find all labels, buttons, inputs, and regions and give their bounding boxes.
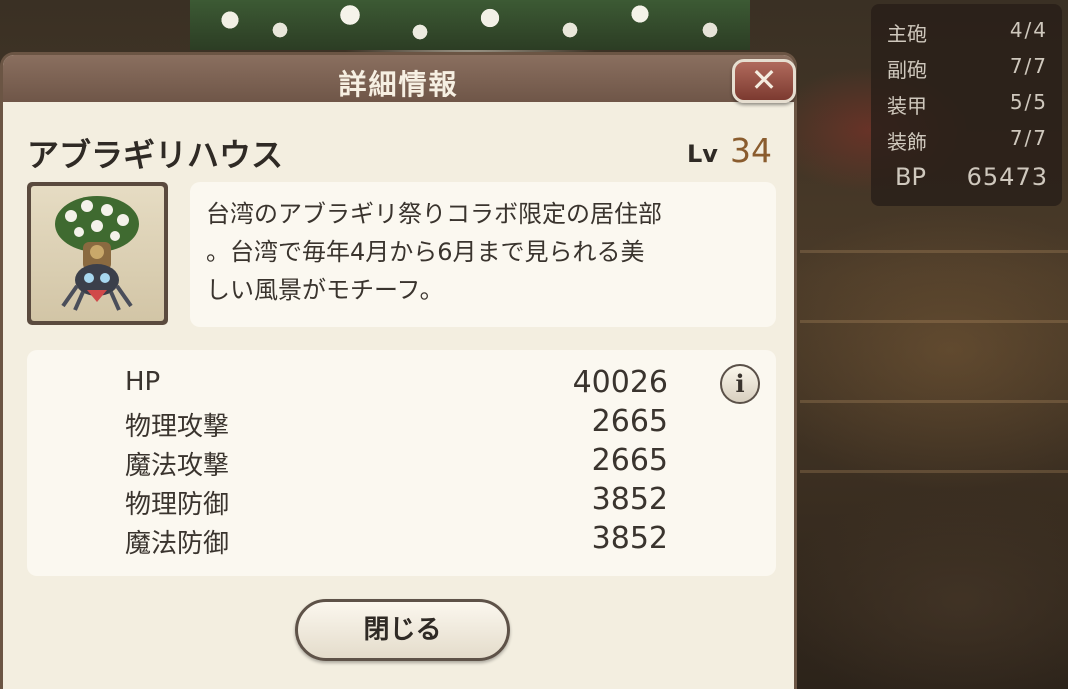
level-value: 34 (730, 131, 772, 170)
stat-label: 装甲 (887, 94, 927, 118)
close-x-button[interactable]: ✕ (732, 59, 796, 103)
stat-value: 40026 (572, 365, 668, 400)
tree-house-icon (55, 196, 139, 311)
stat-row-armor: 装甲 5/5 (887, 84, 1048, 120)
stat-value: 4/4 (1009, 18, 1048, 42)
stat-label: HP (125, 367, 161, 397)
stat-value: 7/7 (1009, 54, 1048, 78)
stats-box: HP 40026 物理攻撃 2665 魔法攻撃 2665 物理防御 3852 魔… (27, 350, 776, 576)
stat-value: 3852 (591, 521, 668, 556)
background-stair (800, 470, 1068, 473)
stat-row-physical-attack: 物理攻撃 2665 (27, 404, 776, 442)
dialog-title: 詳細情報 (338, 68, 459, 101)
stat-label: 副砲 (887, 58, 927, 82)
stat-label: 魔法防御 (125, 529, 230, 559)
background-flowers (190, 0, 750, 50)
item-name: アブラギリハウス (27, 136, 284, 174)
item-thumbnail (31, 186, 164, 321)
stat-value: 2665 (591, 404, 668, 439)
stat-row-magic-defense: 魔法防御 3852 (27, 521, 776, 559)
stat-row-main-cannon: 主砲 4/4 (887, 12, 1048, 48)
stat-label: 物理防御 (125, 490, 230, 520)
item-icon-frame (27, 182, 168, 325)
level-label: Lv (687, 140, 718, 168)
dialog-header: 詳細情報 (3, 55, 794, 102)
stat-value: 7/7 (1009, 126, 1048, 150)
stat-label: 物理攻撃 (125, 412, 230, 442)
stat-value: 2665 (591, 443, 668, 478)
stat-row-physical-defense: 物理防御 3852 (27, 482, 776, 520)
stat-row-bp: BP 65473 (887, 159, 1048, 195)
stat-row-magic-attack: 魔法攻撃 2665 (27, 443, 776, 481)
info-icon[interactable]: i (720, 364, 760, 404)
description-box: 台湾のアブラギリ祭りコラボ限定の居住部 。台湾で毎年4月から6月まで見られる美 … (190, 182, 776, 327)
stat-row-sub-cannon: 副砲 7/7 (887, 48, 1048, 84)
detail-dialog: 詳細情報 ✕ アブラギリハウス Lv 34 台湾のアブラギリ祭りコラボ限定の居住… (0, 52, 797, 689)
close-button[interactable]: 閉じる (295, 599, 510, 661)
close-x-icon: ✕ (750, 61, 778, 99)
stat-label: 装飾 (887, 130, 927, 154)
stat-row-hp: HP 40026 (27, 365, 776, 403)
stat-value: 5/5 (1009, 90, 1048, 114)
stat-label: 主砲 (887, 22, 927, 46)
stat-row-decoration: 装飾 7/7 (887, 120, 1048, 156)
ship-stats-panel: 主砲 4/4 副砲 7/7 装甲 5/5 装飾 7/7 BP 65473 (871, 4, 1062, 206)
item-description: 台湾のアブラギリ祭りコラボ限定の居住部 。台湾で毎年4月から6月まで見られる美 … (206, 200, 662, 304)
bp-label: BP (895, 163, 926, 191)
stat-label: 魔法攻撃 (125, 451, 230, 481)
stat-value: 3852 (591, 482, 668, 517)
background-stair (800, 250, 1068, 253)
background-stair (800, 320, 1068, 323)
bp-value: 65473 (966, 163, 1048, 191)
background-stair (800, 400, 1068, 403)
